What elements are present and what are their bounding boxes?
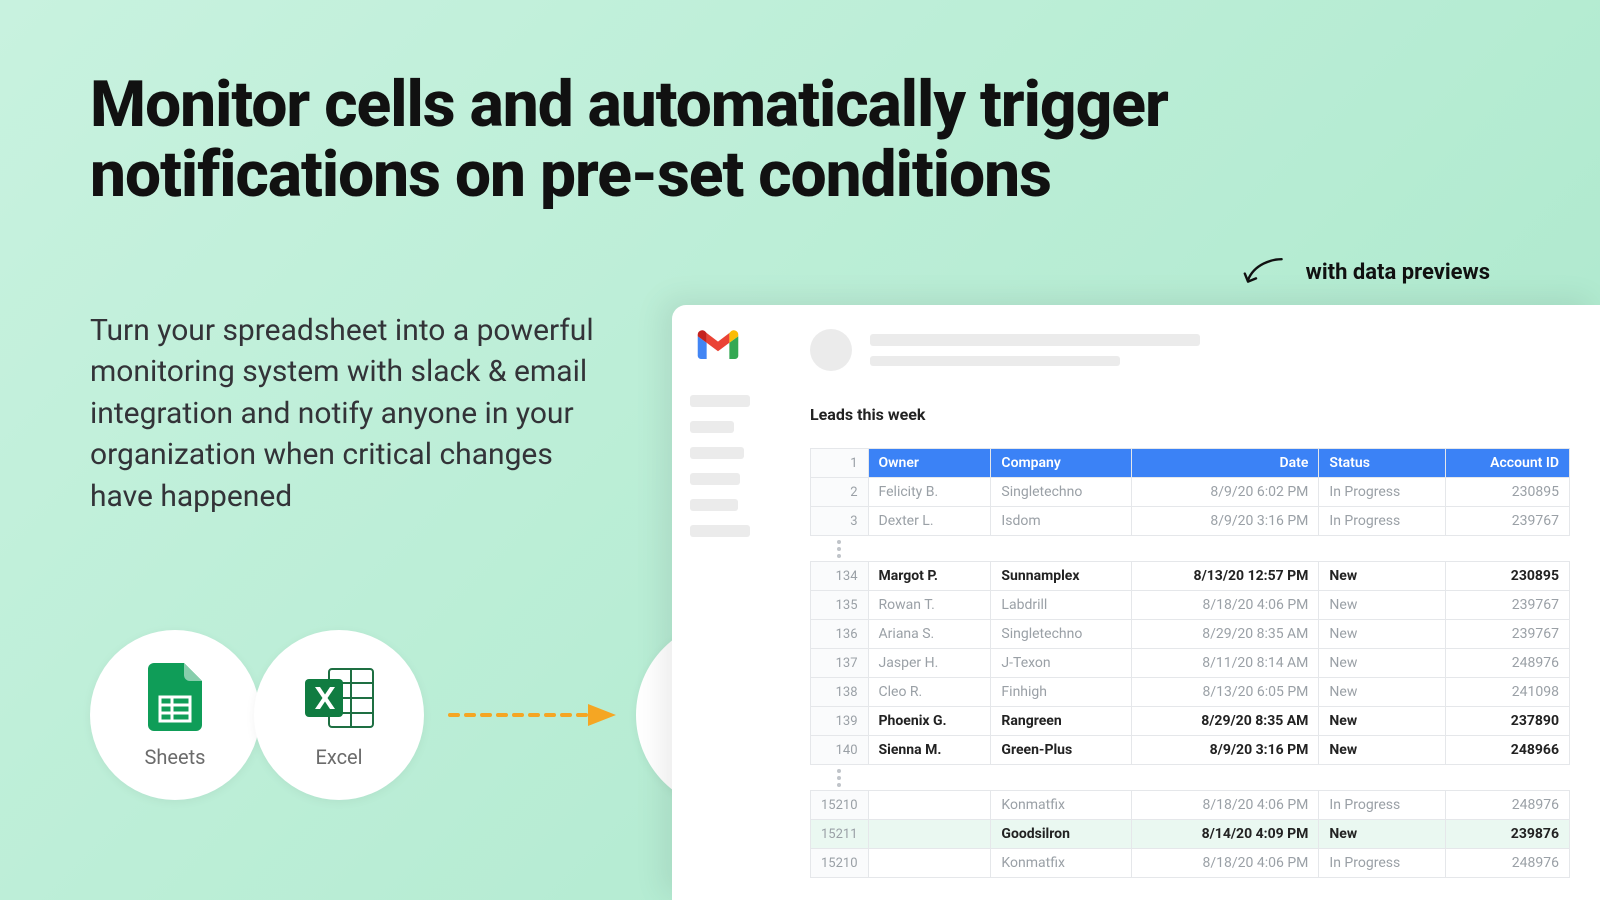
sheets-circle: Sheets [90, 630, 260, 800]
placeholder-line [870, 334, 1200, 346]
row-number: 3 [811, 507, 869, 536]
gmail-logo-icon [690, 329, 746, 359]
callout-text: with data previews [1306, 260, 1490, 285]
col-account: Account ID [1446, 449, 1570, 478]
row-number: 15210 [811, 849, 869, 878]
data-preview-table: 1OwnerCompanyDateStatusAccount ID2Felici… [810, 448, 1600, 878]
table-row: 135Rowan T.Labdrill8/18/20 4:06 PMNew239… [811, 591, 1570, 620]
avatar-placeholder [810, 329, 852, 371]
google-sheets-icon [148, 661, 202, 735]
table-row: 15210Konmatfix8/18/20 4:06 PMIn Progress… [811, 791, 1570, 820]
email-subject: Leads this week [810, 405, 1600, 424]
row-number: 136 [811, 620, 869, 649]
table-row: 134Margot P.Sunnamplex8/13/20 12:57 PMNe… [811, 562, 1570, 591]
col-company: Company [991, 449, 1132, 478]
row-number: 138 [811, 678, 869, 707]
col-status: Status [1319, 449, 1446, 478]
email-preview-panel: Leads this week 1OwnerCompanyDateStatusA… [672, 305, 1600, 900]
col-date: Date [1131, 449, 1318, 478]
table-row: 15210Konmatfix8/18/20 4:06 PMIn Progress… [811, 849, 1570, 878]
callout: with data previews [1240, 254, 1490, 290]
table-row: 15211Goodsilron8/14/20 4:09 PMNew239876 [811, 820, 1570, 849]
table-row: 139Phoenix G.Rangreen8/29/20 8:35 AMNew2… [811, 707, 1570, 736]
headline: Monitor cells and automatically trigger … [90, 70, 1510, 211]
curved-arrow-icon [1240, 254, 1288, 290]
table-row: 138Cleo R.Finhigh8/13/20 6:05 PMNew24109… [811, 678, 1570, 707]
row-number: 139 [811, 707, 869, 736]
row-number: 15211 [811, 820, 869, 849]
row-number: 1 [811, 449, 869, 478]
row-number: 135 [811, 591, 869, 620]
excel-circle: Excel [254, 630, 424, 800]
row-number: 2 [811, 478, 869, 507]
subheadline: Turn your spreadsheet into a powerful mo… [90, 310, 620, 517]
email-header-placeholder [810, 329, 1200, 371]
row-number: 15210 [811, 791, 869, 820]
row-number: 137 [811, 649, 869, 678]
excel-icon [303, 661, 375, 735]
table-row: 137Jasper H.J-Texon8/11/20 8:14 AMNew248… [811, 649, 1570, 678]
col-owner: Owner [868, 449, 991, 478]
sidebar-placeholder [690, 395, 750, 537]
table-row: 136Ariana S.Singletechno8/29/20 8:35 AMN… [811, 620, 1570, 649]
row-number: 134 [811, 562, 869, 591]
table-row: 140Sienna M.Green-Plus8/9/20 3:16 PMNew2… [811, 736, 1570, 765]
row-number: 140 [811, 736, 869, 765]
placeholder-line [870, 356, 1120, 366]
table-row: 3Dexter L.Isdom8/9/20 3:16 PMIn Progress… [811, 507, 1570, 536]
sheets-label: Sheets [145, 745, 206, 769]
dashed-arrow-icon [448, 702, 618, 728]
excel-label: Excel [315, 745, 362, 769]
table-row: 2Felicity B.Singletechno8/9/20 6:02 PMIn… [811, 478, 1570, 507]
